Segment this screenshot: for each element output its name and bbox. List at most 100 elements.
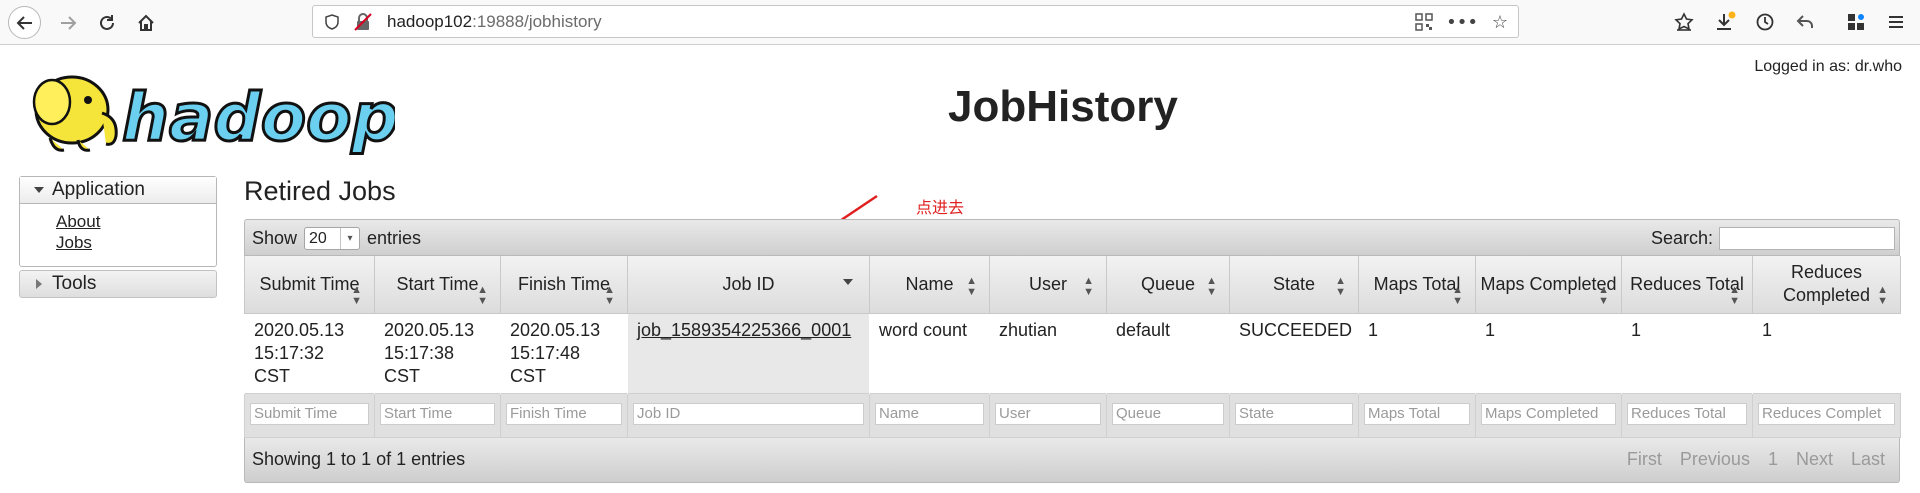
pagination-previous[interactable]: Previous bbox=[1680, 449, 1750, 470]
forward-icon[interactable] bbox=[51, 6, 84, 39]
filter-start-time[interactable]: Start Time bbox=[380, 403, 495, 425]
qr-code-icon[interactable] bbox=[1413, 11, 1435, 33]
filter-name[interactable]: Name bbox=[875, 403, 984, 425]
pagination-next[interactable]: Next bbox=[1796, 449, 1833, 470]
filter-user[interactable]: User bbox=[995, 403, 1101, 425]
column-header-finish-time[interactable]: Finish Time ▲ ▼ bbox=[500, 256, 628, 314]
sort-both-icon: ▲ ▼ bbox=[1729, 284, 1740, 307]
sort-both-icon: ▲ ▼ bbox=[1083, 275, 1094, 298]
filter-state[interactable]: State bbox=[1235, 403, 1353, 425]
filter-row: Submit Time Start Time Finish Time Job I… bbox=[244, 393, 1901, 438]
annotation-text: 点进去 bbox=[916, 198, 965, 217]
table-header-row: Submit Time ▲ ▼ Start Time ▲ ▼ Finish Time ▲ ▼… bbox=[244, 256, 1901, 314]
undo-icon[interactable] bbox=[1789, 6, 1821, 38]
filter-maps-completed[interactable]: Maps Completed bbox=[1481, 403, 1616, 425]
search-input[interactable] bbox=[1719, 227, 1895, 250]
entries-info: Showing 1 to 1 of 1 entries bbox=[252, 449, 466, 469]
insecure-lock-icon[interactable] bbox=[354, 13, 372, 31]
page-length-control: Show 20 ▾ entries bbox=[252, 227, 421, 250]
section-heading: Retired Jobs bbox=[244, 176, 396, 206]
pagination-first[interactable]: First bbox=[1627, 449, 1662, 470]
url-path: :19888/jobhistory bbox=[472, 12, 602, 31]
url-host: hadoop102 bbox=[387, 12, 473, 31]
show-label: Show bbox=[252, 228, 298, 248]
url-bar[interactable]: hadoop102:19888/jobhistory ••• ☆ bbox=[312, 5, 1519, 38]
filter-finish-time[interactable]: Finish Time bbox=[506, 403, 622, 425]
job-id-link[interactable]: job_1589354225366_0001 bbox=[637, 320, 851, 340]
nav-links: About Jobs bbox=[20, 204, 216, 253]
cell-finish-time: 2020.05.13 15:17:48 CST bbox=[500, 313, 628, 394]
column-header-start-time[interactable]: Start Time ▲ ▼ bbox=[374, 256, 501, 314]
download-icon[interactable] bbox=[1709, 6, 1741, 38]
sort-both-icon: ▲ ▼ bbox=[1206, 275, 1217, 298]
entries-label: entries bbox=[367, 228, 422, 248]
page-length-select[interactable]: 20 ▾ bbox=[304, 227, 361, 250]
home-icon[interactable] bbox=[129, 6, 162, 39]
cell-name: word count bbox=[869, 313, 990, 394]
sort-both-icon: ▲ ▼ bbox=[966, 275, 977, 298]
nav-tools-header[interactable]: Tools bbox=[19, 270, 217, 298]
sort-both-icon: ▲ ▼ bbox=[1598, 284, 1609, 307]
column-header-user[interactable]: User ▲ ▼ bbox=[989, 256, 1107, 314]
column-header-submit-time[interactable]: Submit Time ▲ ▼ bbox=[244, 256, 375, 314]
column-header-reduces-completed[interactable]: Reduces Completed ▲ ▼ bbox=[1752, 256, 1901, 314]
logged-in-label: Logged in as: dr.who bbox=[1754, 58, 1902, 75]
menu-hamburger-icon[interactable] bbox=[1880, 6, 1912, 38]
cell-reduces-completed: 1 bbox=[1752, 313, 1901, 394]
logo-wordmark: hadoop bbox=[122, 79, 395, 156]
library-icon[interactable] bbox=[1668, 6, 1700, 38]
column-header-maps-completed[interactable]: Maps Completed ▲ ▼ bbox=[1475, 256, 1622, 314]
column-header-job-id[interactable]: Job ID bbox=[627, 256, 870, 314]
pagination: First Previous 1 Next Last bbox=[1609, 449, 1885, 470]
reload-icon[interactable] bbox=[90, 6, 123, 39]
chevron-down-icon: ▾ bbox=[340, 228, 359, 249]
sort-desc-icon bbox=[843, 279, 853, 285]
jobs-table: Submit Time ▲ ▼ Start Time ▲ ▼ Finish Time ▲ ▼… bbox=[244, 256, 1901, 438]
datatable-header-bar: Show 20 ▾ entries Search: bbox=[244, 219, 1900, 256]
extensions-icon[interactable] bbox=[1840, 6, 1872, 38]
nav-application-panel: Application About Jobs bbox=[19, 176, 217, 267]
sort-both-icon: ▲ ▼ bbox=[351, 284, 362, 307]
more-actions-icon[interactable]: ••• bbox=[1446, 11, 1478, 33]
column-header-reduces-total[interactable]: Reduces Total ▲ ▼ bbox=[1621, 256, 1753, 314]
sort-both-icon: ▲ ▼ bbox=[1335, 275, 1346, 298]
filter-submit-time[interactable]: Submit Time bbox=[250, 403, 369, 425]
url-text[interactable]: hadoop102:19888/jobhistory bbox=[387, 12, 602, 32]
sort-both-icon: ▲ ▼ bbox=[477, 284, 488, 307]
cell-queue: default bbox=[1106, 313, 1230, 394]
sort-both-icon: ▲ ▼ bbox=[604, 284, 615, 307]
cell-state: SUCCEEDED bbox=[1229, 313, 1359, 394]
nav-application-header[interactable]: Application bbox=[20, 177, 216, 204]
back-icon[interactable] bbox=[8, 6, 41, 39]
filter-maps-total[interactable]: Maps Total bbox=[1364, 403, 1470, 425]
hadoop-elephant-logo: hadoop bbox=[32, 75, 395, 158]
collapsed-triangle-icon bbox=[36, 279, 42, 289]
cell-submit-time: 2020.05.13 15:17:32 CST bbox=[244, 313, 375, 394]
cell-maps-total: 1 bbox=[1358, 313, 1476, 394]
filter-job-id[interactable]: Job ID bbox=[633, 403, 864, 425]
sort-both-icon: ▲ ▼ bbox=[1877, 284, 1888, 307]
page-title: JobHistory bbox=[948, 82, 1178, 131]
filter-queue[interactable]: Queue bbox=[1112, 403, 1224, 425]
bookmark-star-icon[interactable]: ☆ bbox=[1489, 11, 1511, 33]
cell-reduces-total: 1 bbox=[1621, 313, 1753, 394]
cell-maps-completed: 1 bbox=[1475, 313, 1622, 394]
nav-link-jobs[interactable]: Jobs bbox=[56, 232, 216, 253]
column-header-state[interactable]: State ▲ ▼ bbox=[1229, 256, 1359, 314]
page-length-value: 20 bbox=[309, 230, 327, 247]
column-header-name[interactable]: Name ▲ ▼ bbox=[869, 256, 990, 314]
shield-icon[interactable] bbox=[323, 13, 341, 31]
search-label: Search: bbox=[1650, 228, 1713, 248]
column-header-queue[interactable]: Queue ▲ ▼ bbox=[1106, 256, 1230, 314]
expand-triangle-icon bbox=[34, 187, 44, 193]
nav-application-label: Application bbox=[52, 179, 145, 200]
nav-link-about[interactable]: About bbox=[56, 211, 216, 232]
column-header-maps-total[interactable]: Maps Total ▲ ▼ bbox=[1358, 256, 1476, 314]
filter-reduces-total[interactable]: Reduces Total bbox=[1627, 403, 1747, 425]
filter-reduces-completed[interactable]: Reduces Complet bbox=[1758, 403, 1895, 425]
jobs-datatable: Show 20 ▾ entries Search: Submit Time▲ bbox=[244, 219, 1901, 483]
nav-tools-label: Tools bbox=[52, 273, 97, 294]
pagination-last[interactable]: Last bbox=[1851, 449, 1885, 470]
history-clock-icon[interactable] bbox=[1749, 6, 1781, 38]
pagination-page-1[interactable]: 1 bbox=[1768, 449, 1778, 470]
